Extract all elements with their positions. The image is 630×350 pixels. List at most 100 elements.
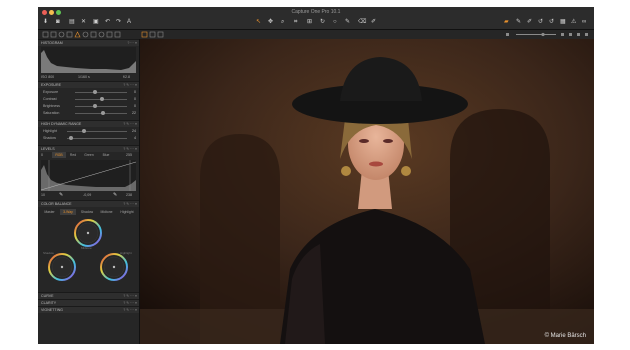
browser-icon[interactable]: ▤ [69,18,75,26]
tab-rgb[interactable]: RGB [52,152,66,158]
adjust-tab-icon [90,31,97,38]
brightness-knob[interactable] [93,104,97,108]
rotate-icon[interactable]: ▣ [93,18,99,26]
shadow-slider[interactable] [67,138,127,139]
highlight-knob[interactable] [82,129,86,133]
clarity-header[interactable]: CLARITY ? ✎ ⋯ ≡ [38,299,139,306]
tab-3-way[interactable]: 3-Way [60,209,76,215]
levels-graph[interactable] [41,160,136,191]
shadow-wheel-label: Shadow [43,251,54,255]
folder-icon[interactable]: ▰ [504,18,509,26]
output-tab-icon [106,31,113,38]
section-actions-icon[interactable]: ? ⋯ ≡ [127,40,137,46]
single-view-icon [141,31,148,38]
portrait-photo [140,39,594,344]
eraser-tool-icon[interactable]: ⌫ [358,18,366,26]
camera-icon[interactable]: ◙ [56,18,60,26]
app-window: Capture One Pro 10.1 ⬇ ◙ ▤ ✕ ▣ ↶ ↷ A ↖ ✥… [38,7,594,344]
tab-blue[interactable]: Blue [99,152,113,158]
shadow-value[interactable]: 4 [124,136,136,140]
exposure-slider[interactable] [75,92,127,93]
contrast-knob[interactable] [100,97,104,101]
tab-red[interactable]: Red [67,152,79,158]
picker-tool-icon[interactable]: ✐ [371,18,376,26]
details-tab-icon [82,31,89,38]
tool-panel: HISTOGRAM ? ⋯ ≡ ISO 800 1/160 s f/2.8 EX… [38,39,140,344]
section-actions-icon[interactable]: ? ✎ ⋯ ≡ [123,307,137,313]
capture-tab-icon [50,31,57,38]
levels-mid-value[interactable]: -0,09 [83,193,91,197]
shadow-knob[interactable] [69,136,73,140]
contrast-label: Contrast [43,97,57,101]
grid-icon[interactable]: ▦ [560,18,566,26]
brightness-slider[interactable] [75,106,127,107]
highlight-wheel [100,253,128,281]
redo-icon[interactable]: ↷ [116,18,121,26]
highlight-value[interactable]: 24 [124,129,136,133]
midtone-wheel [74,219,102,247]
saturation-knob[interactable] [101,111,105,115]
section-actions-icon[interactable]: ? ✎ ⋯ ≡ [123,82,137,88]
levels-high-value[interactable]: 238 [126,193,132,197]
exposure-knob[interactable] [93,90,97,94]
levels-max-output[interactable]: 255 [126,153,132,157]
levels-min-output[interactable]: 0 [41,153,43,157]
import-icon[interactable]: ⬇ [43,18,48,26]
section-actions-icon[interactable]: ? ✎ ⋯ ≡ [123,121,137,127]
loupe-tool-icon[interactable]: ⌕ [281,18,284,26]
histogram-header[interactable]: HISTOGRAM ? ⋯ ≡ [38,39,139,46]
undo-all-icon[interactable]: ↺ [549,18,554,26]
rotate-tool-icon[interactable]: ↻ [320,18,325,26]
exposure-value[interactable]: 0 [124,90,136,94]
library-tab-icon [42,31,49,38]
reset-icon[interactable]: ↺ [538,18,543,26]
copy-icon[interactable]: ✎ [516,18,521,26]
crop-tool-icon[interactable]: ⌗ [294,18,297,26]
fit-icon [561,33,564,36]
brush-tool-icon[interactable]: ✎ [345,18,350,26]
window-title: Capture One Pro 10.1 [291,9,341,15]
exposure-header[interactable]: EXPOSURE ? ✎ ⋯ ≡ [38,81,139,88]
curve-header[interactable]: CURVE ? ✎ ⋯ ≡ [38,292,139,299]
black-picker-icon[interactable]: ✎ [59,191,63,199]
shadow-wheel [48,253,76,281]
histogram-graph [41,47,136,73]
lens-tab-icon [58,31,65,38]
section-actions-icon[interactable]: ? ✎ ⋯ ≡ [123,146,137,152]
tab-shadow[interactable]: Shadow [78,209,96,215]
tab-midtone[interactable]: Midtone [97,209,116,215]
color-balance-header[interactable]: COLOR BALANCE ? ✎ ⋯ ≡ [38,200,139,207]
color-balance-tabs: Master 3-Way Shadow Midtone Highlight [41,209,136,215]
levels-low-value[interactable]: 10 [41,193,45,197]
midtone-wheel-label: Midtone [81,246,92,250]
levels-header[interactable]: LEVELS ? ✎ ⋯ ≡ [38,145,139,152]
hdr-header[interactable]: HIGH DYNAMIC RANGE ? ✎ ⋯ ≡ [38,120,139,127]
contrast-value[interactable]: 0 [124,97,136,101]
pan-tool-icon[interactable]: ✥ [268,18,273,26]
hdr-title: HIGH DYNAMIC RANGE [41,122,82,126]
apply-icon[interactable]: ✐ [527,18,532,26]
saturation-value[interactable]: 22 [124,111,136,115]
print-icon[interactable]: ⚠ [571,18,576,26]
tab-highlight[interactable]: Highlight [117,209,137,215]
spot-tool-icon[interactable]: ○ [333,18,337,26]
vignetting-header[interactable]: VIGNETTING ? ✎ ⋯ ≡ [38,306,139,313]
text-icon[interactable]: A [127,18,131,26]
photo-viewer[interactable]: © Marie Bärsch [140,39,594,344]
settings-icon [577,33,580,36]
delete-icon[interactable]: ✕ [81,18,86,26]
cursor-tool-icon[interactable]: ↖ [256,18,261,26]
tab-green[interactable]: Green [81,152,97,158]
photo-credit: © Marie Bärsch [544,333,586,339]
brightness-value[interactable]: 0 [124,104,136,108]
proof-icon[interactable]: ∞ [582,18,586,26]
highlight-label: Highlight [43,129,57,133]
highlight-slider[interactable] [67,131,127,132]
tab-master[interactable]: Master [41,209,58,215]
undo-icon[interactable]: ↶ [105,18,110,26]
download-icon [506,33,509,36]
white-picker-icon[interactable]: ✎ [113,191,117,199]
exposure-title: EXPOSURE [41,83,61,87]
keystone-tool-icon[interactable]: ⊞ [307,18,312,26]
section-actions-icon[interactable]: ? ✎ ⋯ ≡ [123,201,137,207]
